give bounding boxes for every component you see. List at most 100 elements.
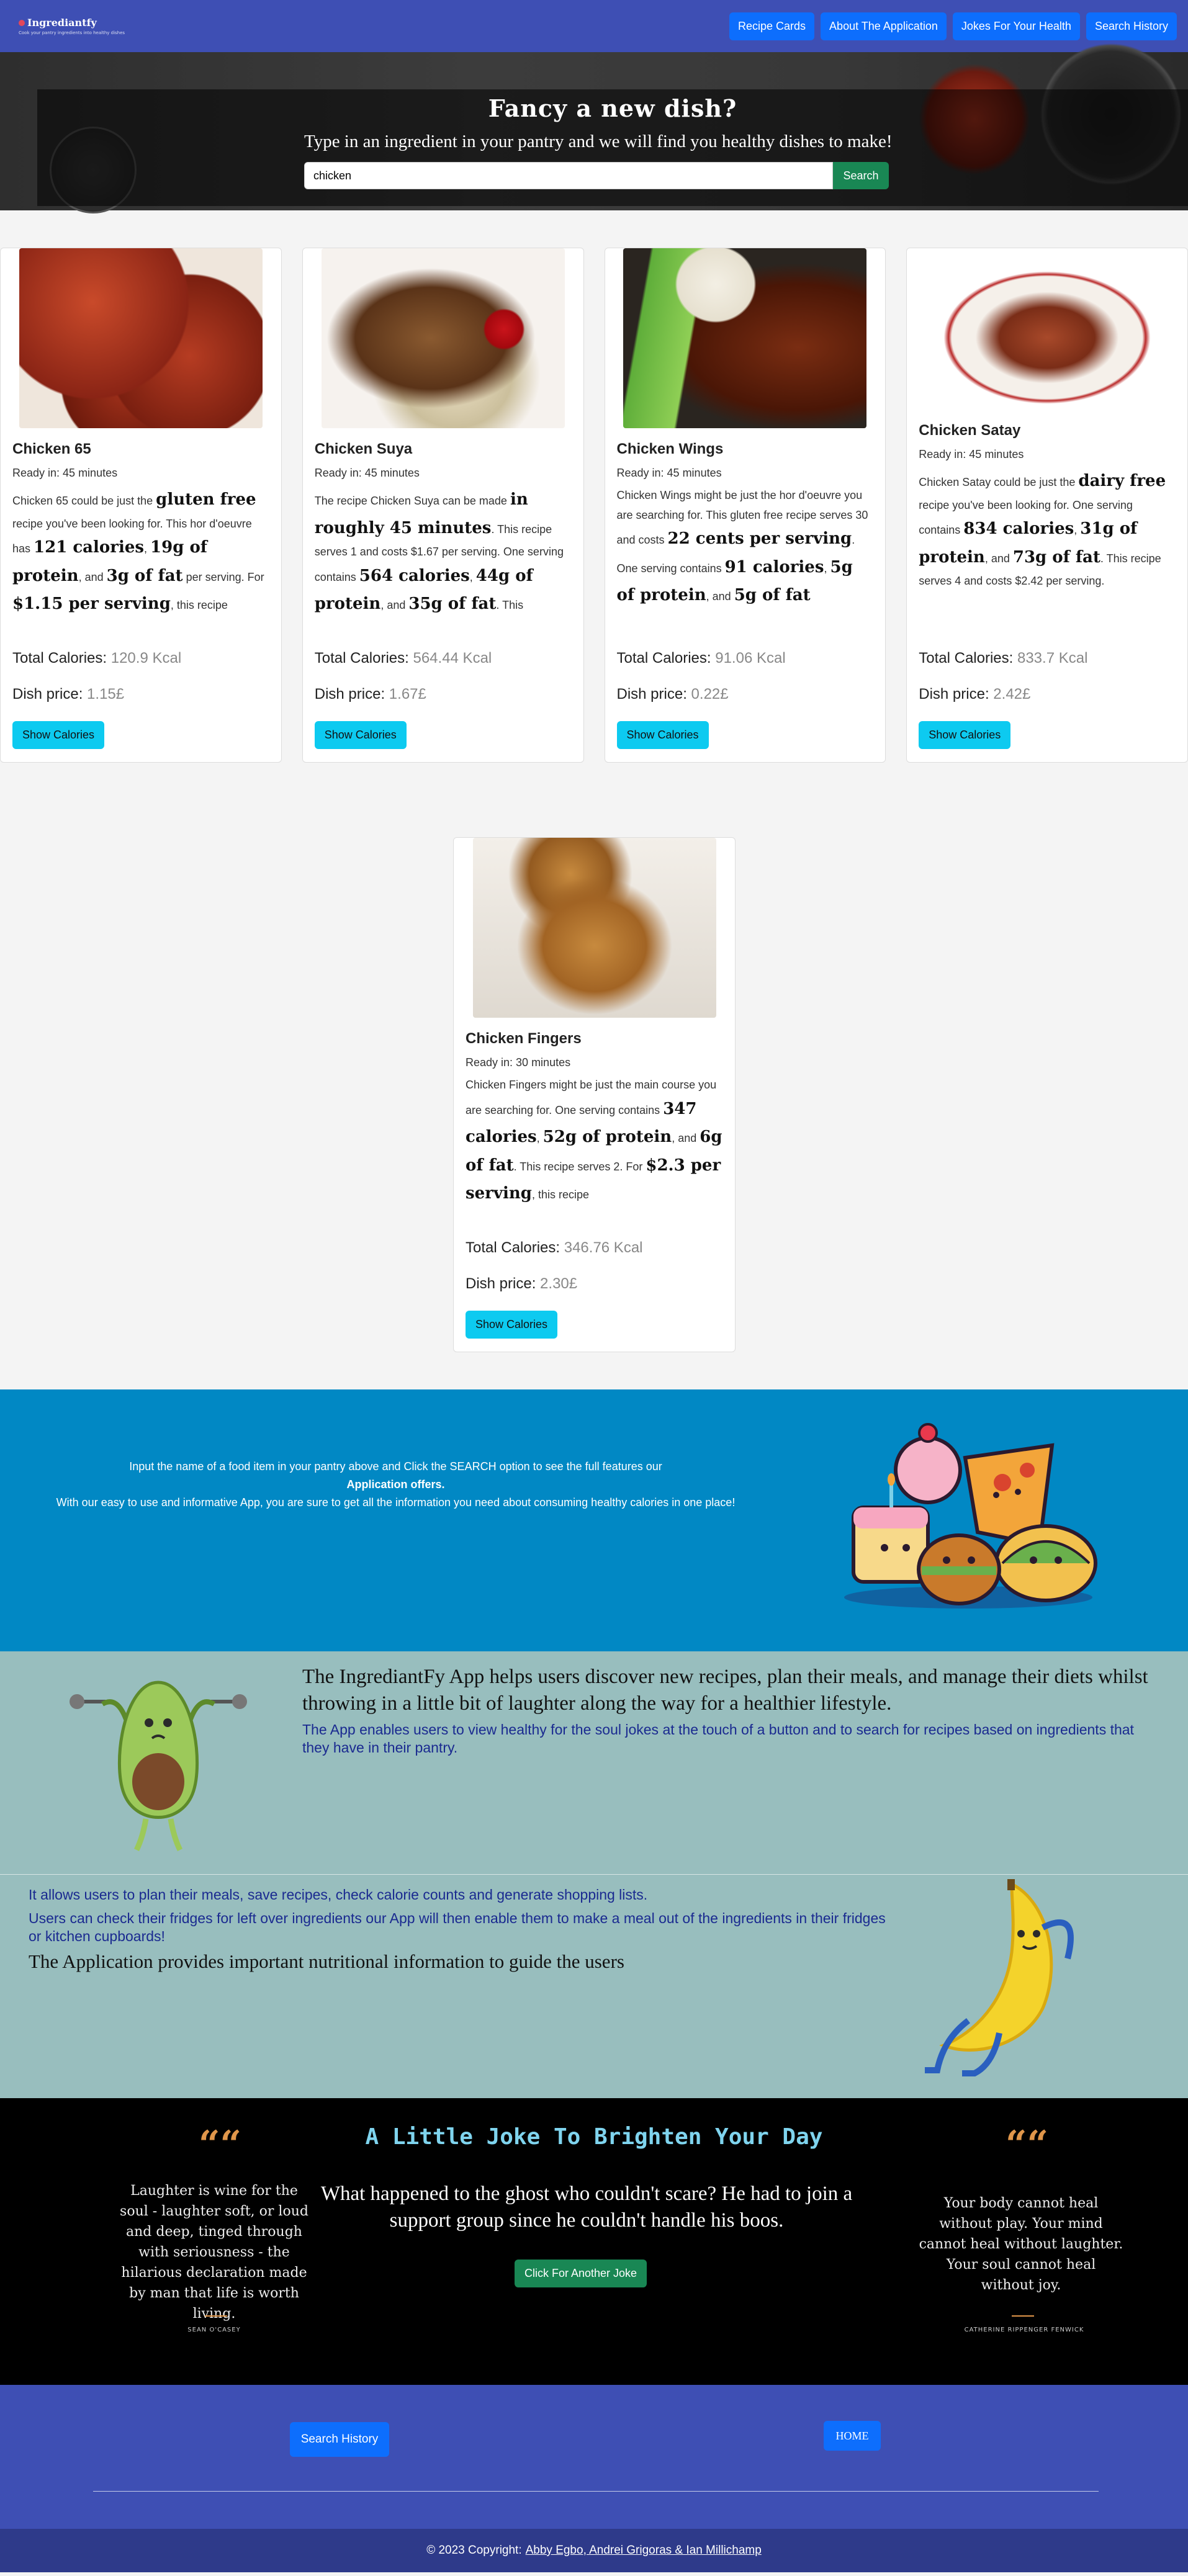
show-calories-button[interactable]: Show Calories: [12, 721, 105, 749]
recipe-title: Chicken Fingers: [466, 1030, 582, 1047]
summary-highlight: 5g of fat: [734, 586, 811, 604]
summary-highlight: dairy free: [1078, 472, 1166, 490]
info-line-1: Input the name of a food item in your pa…: [129, 1460, 662, 1473]
summary-highlight: 564 calories: [359, 566, 470, 585]
summary-highlight: 22 cents per serving: [667, 529, 852, 548]
recipe-dish-price: Dish price: 2.42£: [919, 686, 1030, 703]
show-calories-button[interactable]: Show Calories: [919, 721, 1011, 749]
copyright-label: © 2023 Copyright:: [426, 2544, 522, 2557]
cartoon-food-group-icon: [844, 1423, 1097, 1609]
recipe-ready-time: Ready in: 45 minutes: [616, 467, 722, 479]
logo-title: Ingrediantfy: [19, 17, 125, 29]
footer-search-history-button[interactable]: Search History: [290, 2422, 389, 2457]
info-text: Input the name of a food item in your pa…: [31, 1458, 760, 1511]
quote-right-author: CATHERINE RIPPENGER FENWICK: [964, 2327, 1084, 2333]
show-calories-button[interactable]: Show Calories: [466, 1311, 558, 1339]
price-value: 2.42£: [993, 686, 1031, 702]
recipe-image: [623, 248, 867, 428]
calories-value: 120.9 Kcal: [110, 650, 182, 666]
recipe-cards-row: Chicken 65 Ready in: 45 minutes Chicken …: [0, 210, 1188, 763]
nav-recipe-cards[interactable]: Recipe Cards: [729, 12, 815, 40]
hero-section: Fancy a new dish? Type in an ingredient …: [0, 34, 1188, 213]
price-value: 2.30£: [540, 1275, 578, 1292]
about-bottom: It allows users to plan their meals, sav…: [0, 1875, 1188, 2098]
info-section: Input the name of a food item in your pa…: [0, 1389, 1188, 1651]
summary-highlight: 3g of fat: [106, 566, 183, 585]
recipe-ready-time: Ready in: 45 minutes: [314, 467, 420, 479]
recipe-dish-price: Dish price: 2.30£: [466, 1275, 577, 1293]
avocado-weightlifting-icon: [70, 1681, 247, 1852]
footer-divider: [93, 2491, 1099, 2492]
calories-label: Total Calories:: [12, 650, 107, 666]
hero-subtitle: Type in an ingredient in your pantry and…: [304, 132, 893, 151]
price-value: 1.15£: [87, 686, 125, 702]
recipe-ready-time: Ready in: 45 minutes: [12, 467, 118, 479]
footer-home-button[interactable]: HOME: [824, 2421, 881, 2451]
recipe-total-calories: Total Calories: 346.76 Kcal: [466, 1239, 643, 1257]
calories-value: 346.76 Kcal: [564, 1239, 643, 1256]
recipe-card: Chicken Satay Ready in: 45 minutes Chick…: [906, 248, 1188, 763]
search-input[interactable]: [304, 162, 833, 189]
about-paragraph-4: Users can check their fridges for left o…: [29, 1910, 886, 1944]
price-label: Dish price:: [12, 686, 83, 702]
summary-highlight: 834 calories: [963, 519, 1074, 538]
logo-tagline: Cook your pantry ingredients into health…: [19, 30, 125, 35]
show-calories-button[interactable]: Show Calories: [616, 721, 709, 749]
quote-right-icon: ““: [1006, 2123, 1049, 2166]
recipe-ready-time: Ready in: 30 minutes: [466, 1056, 571, 1069]
copyright-bar: © 2023 Copyright: Abby Egbo, Andrei Grig…: [0, 2529, 1188, 2572]
calories-label: Total Calories:: [616, 650, 711, 666]
navbar: Ingrediantfy Cook your pantry ingredient…: [0, 0, 1188, 52]
copyright-authors-link[interactable]: Abby Egbo, Andrei Grigoras & Ian Millich…: [526, 2544, 762, 2557]
recipe-dish-price: Dish price: 1.67£: [315, 686, 426, 703]
quote-left-author: SEAN O'CASEY: [187, 2327, 241, 2333]
calories-value: 91.06 Kcal: [715, 650, 786, 666]
recipe-total-calories: Total Calories: 564.44 Kcal: [315, 650, 492, 667]
summary-highlight: 121 calories: [34, 538, 145, 557]
another-joke-button[interactable]: Click For Another Joke: [515, 2260, 647, 2287]
quote-right-divider: [1012, 2315, 1034, 2317]
quote-left-divider: [205, 2315, 227, 2317]
logo-title-text: Ingrediantfy: [27, 17, 97, 29]
logo[interactable]: Ingrediantfy Cook your pantry ingredient…: [19, 17, 125, 35]
calories-value: 564.44 Kcal: [413, 650, 492, 666]
info-line-2: Application offers.: [346, 1478, 445, 1491]
summary-highlight: 35g of fat: [408, 595, 497, 613]
summary-highlight: in roughly 45 minutes: [314, 490, 528, 537]
recipe-summary: The recipe Chicken Suya can be made in r…: [314, 490, 564, 613]
about-paragraph-1: The IngrediantFy App helps users discove…: [302, 1666, 1148, 1715]
nav-jokes[interactable]: Jokes For Your Health: [952, 12, 1080, 40]
search-button[interactable]: Search: [833, 162, 889, 189]
joke-section: ““ Laughter is wine for the soul - laugh…: [0, 2098, 1188, 2385]
recipe-dish-price: Dish price: 0.22£: [617, 686, 729, 703]
recipe-image: [935, 266, 1160, 410]
about-top: The IngrediantFy App helps users discove…: [0, 1651, 1188, 1875]
recipe-ready-time: Ready in: 45 minutes: [919, 448, 1024, 460]
recipe-cards-section: Chicken 65 Ready in: 45 minutes Chicken …: [0, 210, 1188, 1352]
price-label: Dish price:: [616, 686, 687, 702]
calories-label: Total Calories:: [919, 650, 1014, 666]
recipe-summary: Chicken Fingers might be just the main c…: [466, 1079, 722, 1203]
summary-highlight: 73g of fat: [1012, 547, 1100, 567]
recipe-title: Chicken Satay: [919, 422, 1021, 439]
show-calories-button[interactable]: Show Calories: [314, 721, 407, 749]
recipe-summary: Chicken Satay could be just the dairy fr…: [919, 472, 1166, 587]
recipe-title: Chicken Suya: [314, 441, 413, 457]
about-paragraph-5: The Application provides important nutri…: [29, 1950, 624, 1972]
recipe-image: [321, 248, 565, 428]
calories-label: Total Calories:: [466, 1239, 560, 1256]
price-label: Dish price:: [314, 686, 385, 702]
recipe-summary: Chicken 65 could be just the gluten free…: [12, 490, 264, 613]
calories-label: Total Calories:: [314, 650, 409, 666]
about-paragraph-2: The App enables users to view healthy fo…: [302, 1721, 1134, 1756]
hero-title: Fancy a new dish?: [488, 94, 737, 122]
nav-about[interactable]: About The Application: [821, 12, 947, 40]
recipe-image: [19, 248, 263, 428]
recipe-card: Chicken Wings Ready in: 45 minutes Chick…: [604, 248, 886, 763]
recipe-card: Chicken Fingers Ready in: 30 minutes Chi…: [453, 837, 736, 1352]
summary-highlight: $1.15 per serving: [12, 595, 171, 613]
recipe-total-calories: Total Calories: 91.06 Kcal: [617, 650, 786, 667]
recipe-dish-price: Dish price: 1.15£: [12, 686, 124, 703]
recipe-card: Chicken 65 Ready in: 45 minutes Chicken …: [0, 248, 282, 763]
summary-highlight: 91 calories: [724, 557, 824, 577]
